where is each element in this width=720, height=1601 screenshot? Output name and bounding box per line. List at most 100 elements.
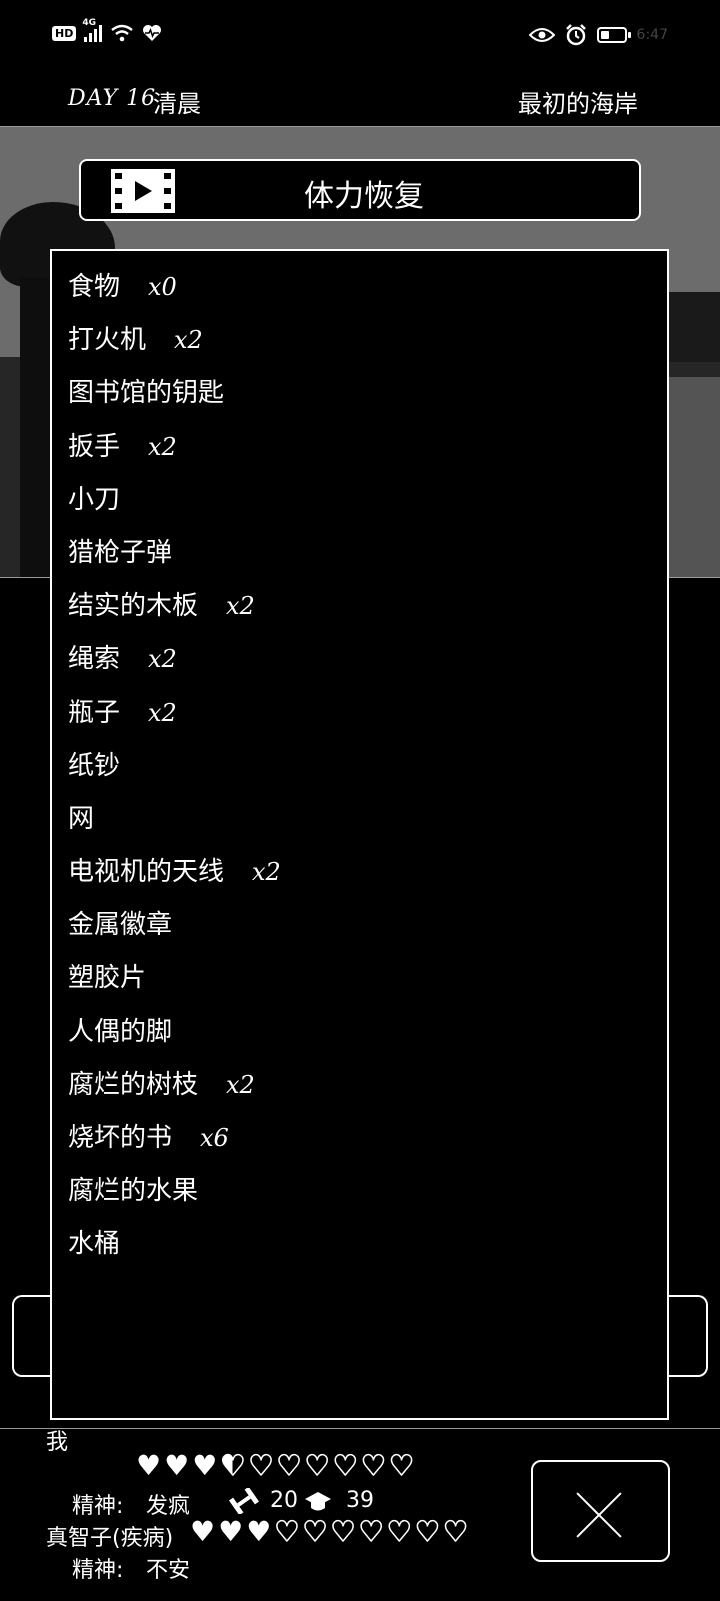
heart-icon: ♥: [302, 1515, 329, 1548]
inventory-item[interactable]: 人偶的脚: [68, 1006, 667, 1059]
companion-mind-label: 精神:: [72, 1558, 124, 1583]
inventory-item[interactable]: 纸钞: [68, 740, 667, 793]
inventory-item[interactable]: 网: [68, 793, 667, 846]
item-name: 瓶子: [68, 697, 121, 728]
item-name: 结实的木板: [68, 591, 199, 622]
wifi-icon: [111, 24, 134, 42]
heart-icon: ♥: [274, 1515, 301, 1548]
inventory-item[interactable]: 扳手 x2: [68, 421, 667, 474]
player-name: 我: [46, 1430, 69, 1455]
inventory-item[interactable]: 绳索 x2: [68, 633, 667, 686]
strength-icon: [229, 1488, 259, 1514]
stamina-video-button[interactable]: 体力恢复: [79, 159, 641, 221]
player-mind-value: 发疯: [146, 1494, 191, 1519]
heart-icon: ♥: [332, 1449, 359, 1482]
heart-icon: ♥: [190, 1515, 216, 1548]
graduation-cap-icon: [305, 1492, 331, 1511]
heart-icon: ♥: [414, 1515, 441, 1548]
item-quantity: x2: [148, 645, 177, 674]
item-quantity: x2: [148, 432, 177, 461]
player-health-hearts: ♥ ♥ ♥ ♥ ♥ ♥ ♥ ♥ ♥ ♥: [136, 1449, 415, 1482]
companion-health-hearts: ♥ ♥ ♥ ♥ ♥ ♥ ♥ ♥ ♥ ♥: [190, 1515, 469, 1548]
item-name: 图书馆的钥匙: [68, 378, 225, 409]
item-name: 食物: [68, 272, 121, 302]
heart-icon: ♥: [164, 1449, 190, 1482]
heart-icon: ♥: [442, 1515, 469, 1548]
heart-icon: ♥: [192, 1449, 218, 1482]
health-heart-icon: [143, 25, 162, 41]
item-name: 扳手: [68, 431, 121, 462]
inventory-item[interactable]: 食物 x0: [68, 261, 667, 314]
close-button[interactable]: [531, 1460, 670, 1562]
inventory-item[interactable]: 水桶: [68, 1218, 667, 1271]
intelligence-value: 39: [346, 1488, 374, 1513]
inventory-item[interactable]: 小刀: [68, 474, 667, 527]
stamina-video-label: 体力恢复: [304, 179, 424, 214]
location-name: 最初的海岸: [518, 90, 638, 118]
inventory-item[interactable]: 图书馆的钥匙: [68, 367, 667, 420]
item-name: 小刀: [68, 484, 121, 515]
status-right: 6:47: [528, 24, 668, 46]
network-label: 4G: [82, 18, 96, 28]
item-name: 金属徽章: [68, 910, 173, 941]
heart-icon: ♥: [248, 1449, 275, 1482]
item-name: 绳索: [68, 644, 121, 675]
signal-icon: 4G: [82, 18, 103, 42]
day-counter: DAY 16: [68, 86, 157, 111]
item-name: 水桶: [68, 1229, 121, 1260]
inventory-item[interactable]: 猎枪子弹: [68, 527, 667, 580]
status-left: HD 4G: [52, 18, 162, 42]
battery-icon: [596, 27, 631, 43]
item-name: 猎枪子弹: [68, 537, 173, 568]
heart-icon: ♥: [246, 1515, 272, 1548]
eye-icon: [528, 28, 555, 42]
companion-mind-value: 不安: [146, 1558, 191, 1583]
inventory-panel: 食物 x0 打火机 x2 图书馆的钥匙 扳手 x2 小刀 猎枪子弹 结实的木板 x2 绳索 x2 瓶子 x2…: [50, 249, 669, 1420]
item-quantity: x2: [226, 592, 255, 621]
item-quantity: x2: [226, 1070, 255, 1099]
inventory-item[interactable]: 电视机的天线 x2: [68, 846, 667, 899]
heart-icon: ♥: [220, 1449, 247, 1482]
game-header: DAY 16 清晨 最初的海岸: [0, 72, 720, 127]
heart-icon: ♥: [358, 1515, 385, 1548]
heart-icon: ♥: [136, 1449, 162, 1482]
heart-icon: ♥: [388, 1449, 415, 1482]
time-of-day: 清晨: [153, 90, 201, 118]
inventory-item[interactable]: 塑胶片: [68, 952, 667, 1005]
inventory-item[interactable]: 腐烂的树枝 x2: [68, 1059, 667, 1112]
inventory-list: 食物 x0 打火机 x2 图书馆的钥匙 扳手 x2 小刀 猎枪子弹 结实的木板 x2 绳索 x2 瓶子 x2…: [52, 251, 667, 1272]
item-name: 腐烂的树枝: [68, 1069, 199, 1100]
inventory-item[interactable]: 结实的木板 x2: [68, 580, 667, 633]
item-name: 腐烂的水果: [68, 1176, 199, 1207]
heart-icon: ♥: [218, 1515, 244, 1548]
inventory-item[interactable]: 金属徽章: [68, 899, 667, 952]
heart-icon: ♥: [304, 1449, 331, 1482]
inventory-item[interactable]: 打火机 x2: [68, 314, 667, 367]
heart-icon: ♥: [386, 1515, 413, 1548]
inventory-item[interactable]: 烧坏的书 x6: [68, 1112, 667, 1165]
clock-time: 6:47: [636, 27, 668, 43]
item-name: 纸钞: [68, 750, 121, 781]
heart-icon: ♥: [276, 1449, 303, 1482]
item-name: 打火机: [68, 325, 147, 356]
item-name: 塑胶片: [68, 963, 147, 994]
hd-badge: HD: [52, 25, 77, 41]
item-quantity: x0: [148, 273, 177, 301]
item-quantity: x2: [174, 326, 203, 355]
inventory-item[interactable]: 腐烂的水果: [68, 1165, 667, 1218]
item-name: 人偶的脚: [68, 1016, 173, 1047]
item-quantity: x6: [200, 1124, 229, 1152]
item-name: 电视机的天线: [68, 857, 225, 888]
item-name: 烧坏的书: [68, 1123, 173, 1153]
strength-value: 20: [270, 1488, 298, 1513]
heart-icon: ♥: [360, 1449, 387, 1482]
alarm-icon: [565, 24, 586, 46]
heart-icon: ♥: [330, 1515, 357, 1548]
player-mind-label: 精神:: [72, 1494, 124, 1519]
item-quantity: x2: [148, 698, 177, 727]
inventory-item[interactable]: 瓶子 x2: [68, 687, 667, 740]
companion-name: 真智子(疾病): [46, 1526, 174, 1551]
status-bar: HD 4G 6:47: [0, 0, 720, 72]
item-name: 网: [68, 803, 95, 834]
item-quantity: x2: [252, 858, 281, 887]
